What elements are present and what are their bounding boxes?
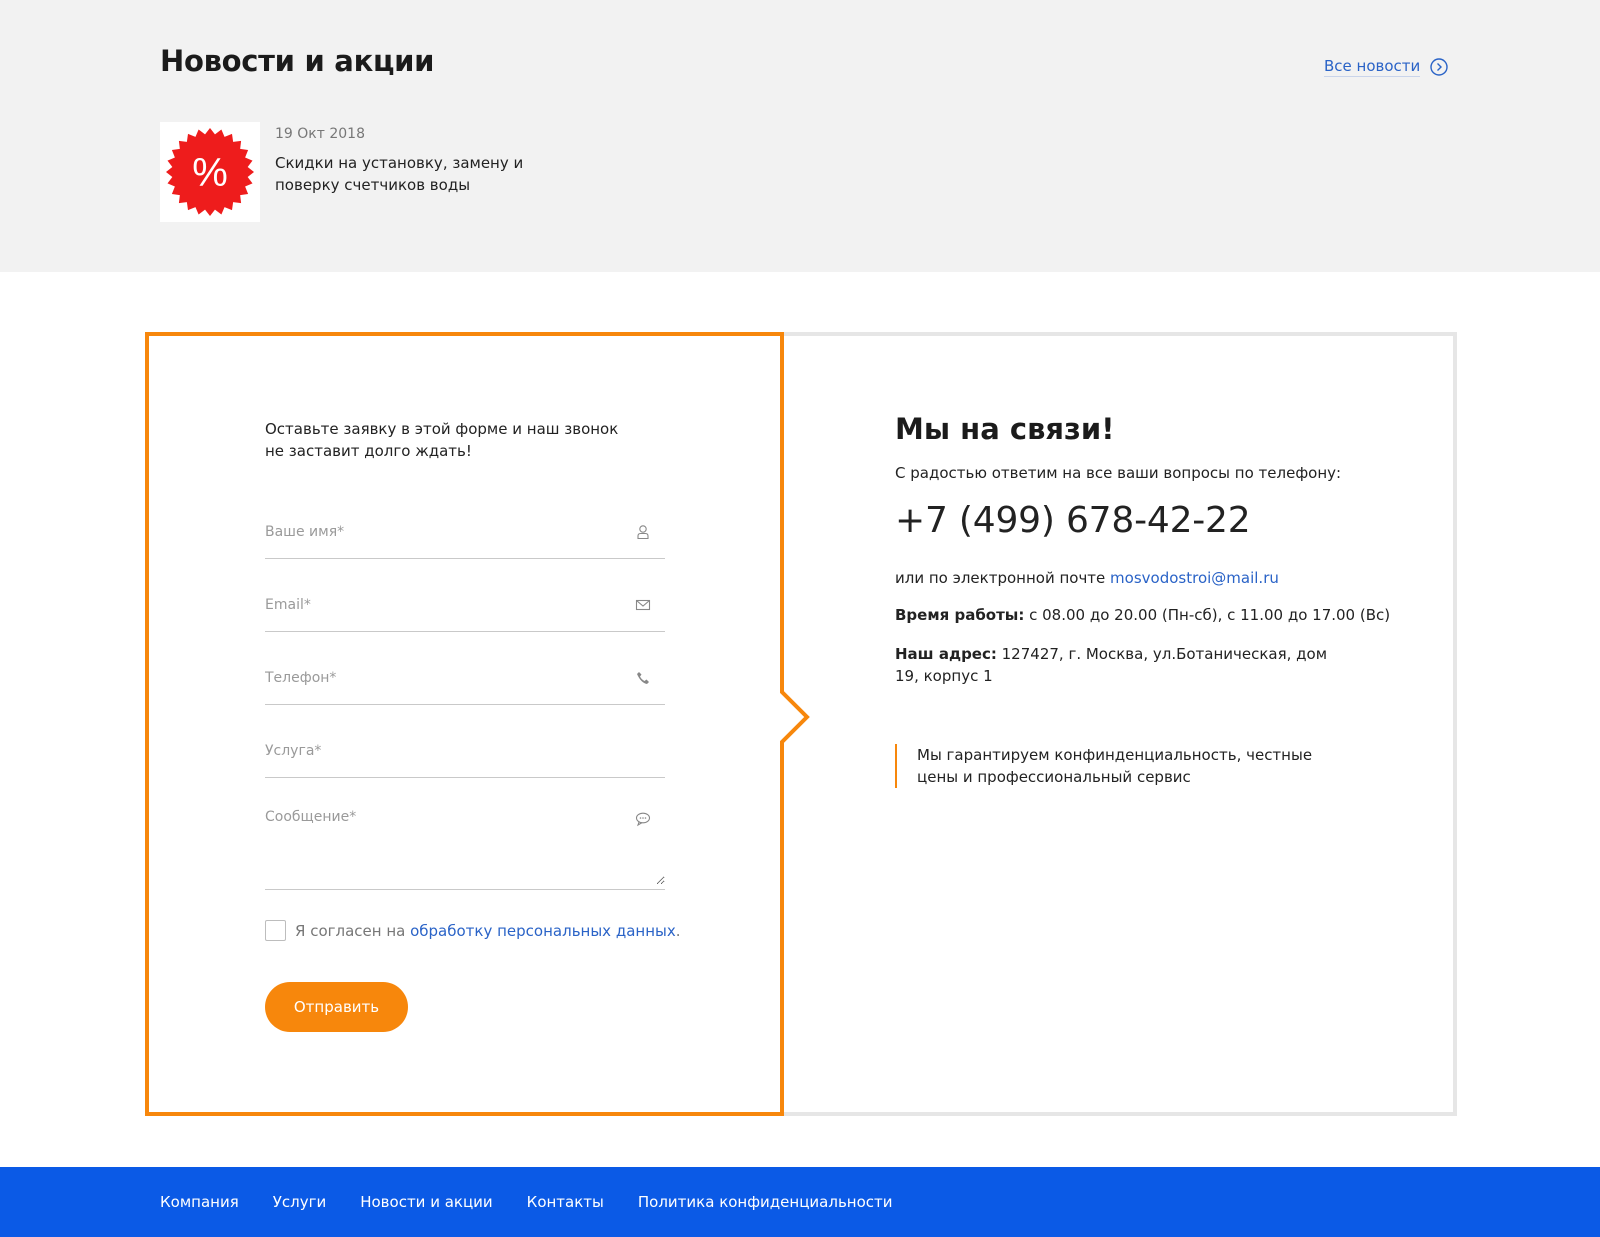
service-input[interactable] xyxy=(265,725,665,777)
email-prefix: или по электронной почте xyxy=(895,569,1111,587)
footer-link-contacts[interactable]: Контакты xyxy=(527,1193,604,1211)
consent-row: Я согласен на обработку персональных дан… xyxy=(265,920,681,941)
privacy-consent-link[interactable]: обработку персональных данных xyxy=(410,922,676,940)
badge-percent-symbol: % xyxy=(192,151,228,195)
guarantee-quote: Мы гарантируем конфинденциальность, чест… xyxy=(895,744,1355,788)
footer-link-privacy[interactable]: Политика конфиденциальности xyxy=(638,1193,893,1211)
email-input[interactable] xyxy=(265,579,665,631)
footer-link-news[interactable]: Новости и акции xyxy=(360,1193,492,1211)
contact-info-panel xyxy=(765,332,1457,1116)
footer-link-company[interactable]: Компания xyxy=(160,1193,239,1211)
consent-prefix: Я согласен на xyxy=(295,921,406,940)
phone-icon xyxy=(637,672,649,684)
all-news-label: Все новости xyxy=(1324,57,1421,77)
footer-nav: Компания Услуги Новости и акции Контакты… xyxy=(160,1167,927,1237)
name-field xyxy=(265,506,665,559)
discount-badge-icon: % xyxy=(166,128,254,216)
form-intro: Оставьте заявку в этой форме и наш звоно… xyxy=(265,420,619,460)
submit-button[interactable]: Отправить xyxy=(265,982,408,1032)
message-field xyxy=(265,797,665,890)
request-form: Оставьте заявку в этой форме и наш звоно… xyxy=(145,332,810,1116)
footer: Компания Услуги Новости и акции Контакты… xyxy=(0,1167,1600,1237)
news-thumbnail[interactable]: % xyxy=(160,122,260,222)
name-input[interactable] xyxy=(265,506,665,558)
news-headline[interactable]: Скидки на установку, замену и поверку сч… xyxy=(275,152,575,196)
contact-section: Оставьте заявку в этой форме и наш звоно… xyxy=(145,332,1457,1116)
consent-checkbox[interactable] xyxy=(265,920,286,941)
hours-label: Время работы: xyxy=(895,606,1025,624)
chevron-right-circle-icon xyxy=(1430,58,1448,76)
envelope-icon xyxy=(635,599,651,611)
service-field xyxy=(265,725,665,778)
user-icon xyxy=(637,525,649,540)
footer-link-services[interactable]: Услуги xyxy=(273,1193,326,1211)
all-news-link[interactable]: Все новости xyxy=(1324,57,1448,77)
news-item[interactable]: % 19 Окт 2018 Скидки на установку, замен… xyxy=(160,122,575,222)
phone-input[interactable] xyxy=(265,652,665,704)
hours-value: с 08.00 до 20.00 (Пн-сб), с 11.00 до 17.… xyxy=(1024,606,1391,624)
chat-bubble-icon xyxy=(635,812,651,827)
working-hours: Время работы: с 08.00 до 20.00 (Пн-сб), … xyxy=(895,606,1390,624)
consent-suffix: . xyxy=(675,921,681,940)
email-field xyxy=(265,579,665,632)
message-textarea[interactable] xyxy=(265,797,665,885)
news-title: Новости и акции xyxy=(160,44,435,78)
email-line: или по электронной почте mosvodostroi@ma… xyxy=(895,569,1279,587)
contact-phone[interactable]: +7 (499) 678-42-22 xyxy=(895,500,1251,541)
contact-email-link[interactable]: mosvodostroi@mail.ru xyxy=(1110,569,1279,587)
phone-field xyxy=(265,652,665,705)
contact-subtitle: С радостью ответим на все ваши вопросы п… xyxy=(895,464,1342,482)
address-label: Наш адрес: xyxy=(895,645,997,663)
news-date: 19 Окт 2018 xyxy=(275,126,365,142)
contact-heading: Мы на связи! xyxy=(895,412,1115,446)
news-section: Новости и акции Все новости % 19 Окт 201… xyxy=(0,0,1600,272)
news-meta: 19 Окт 2018 Скидки на установку, замену … xyxy=(275,122,575,222)
address: Наш адрес: 127427, г. Москва, ул.Ботанич… xyxy=(895,643,1335,687)
